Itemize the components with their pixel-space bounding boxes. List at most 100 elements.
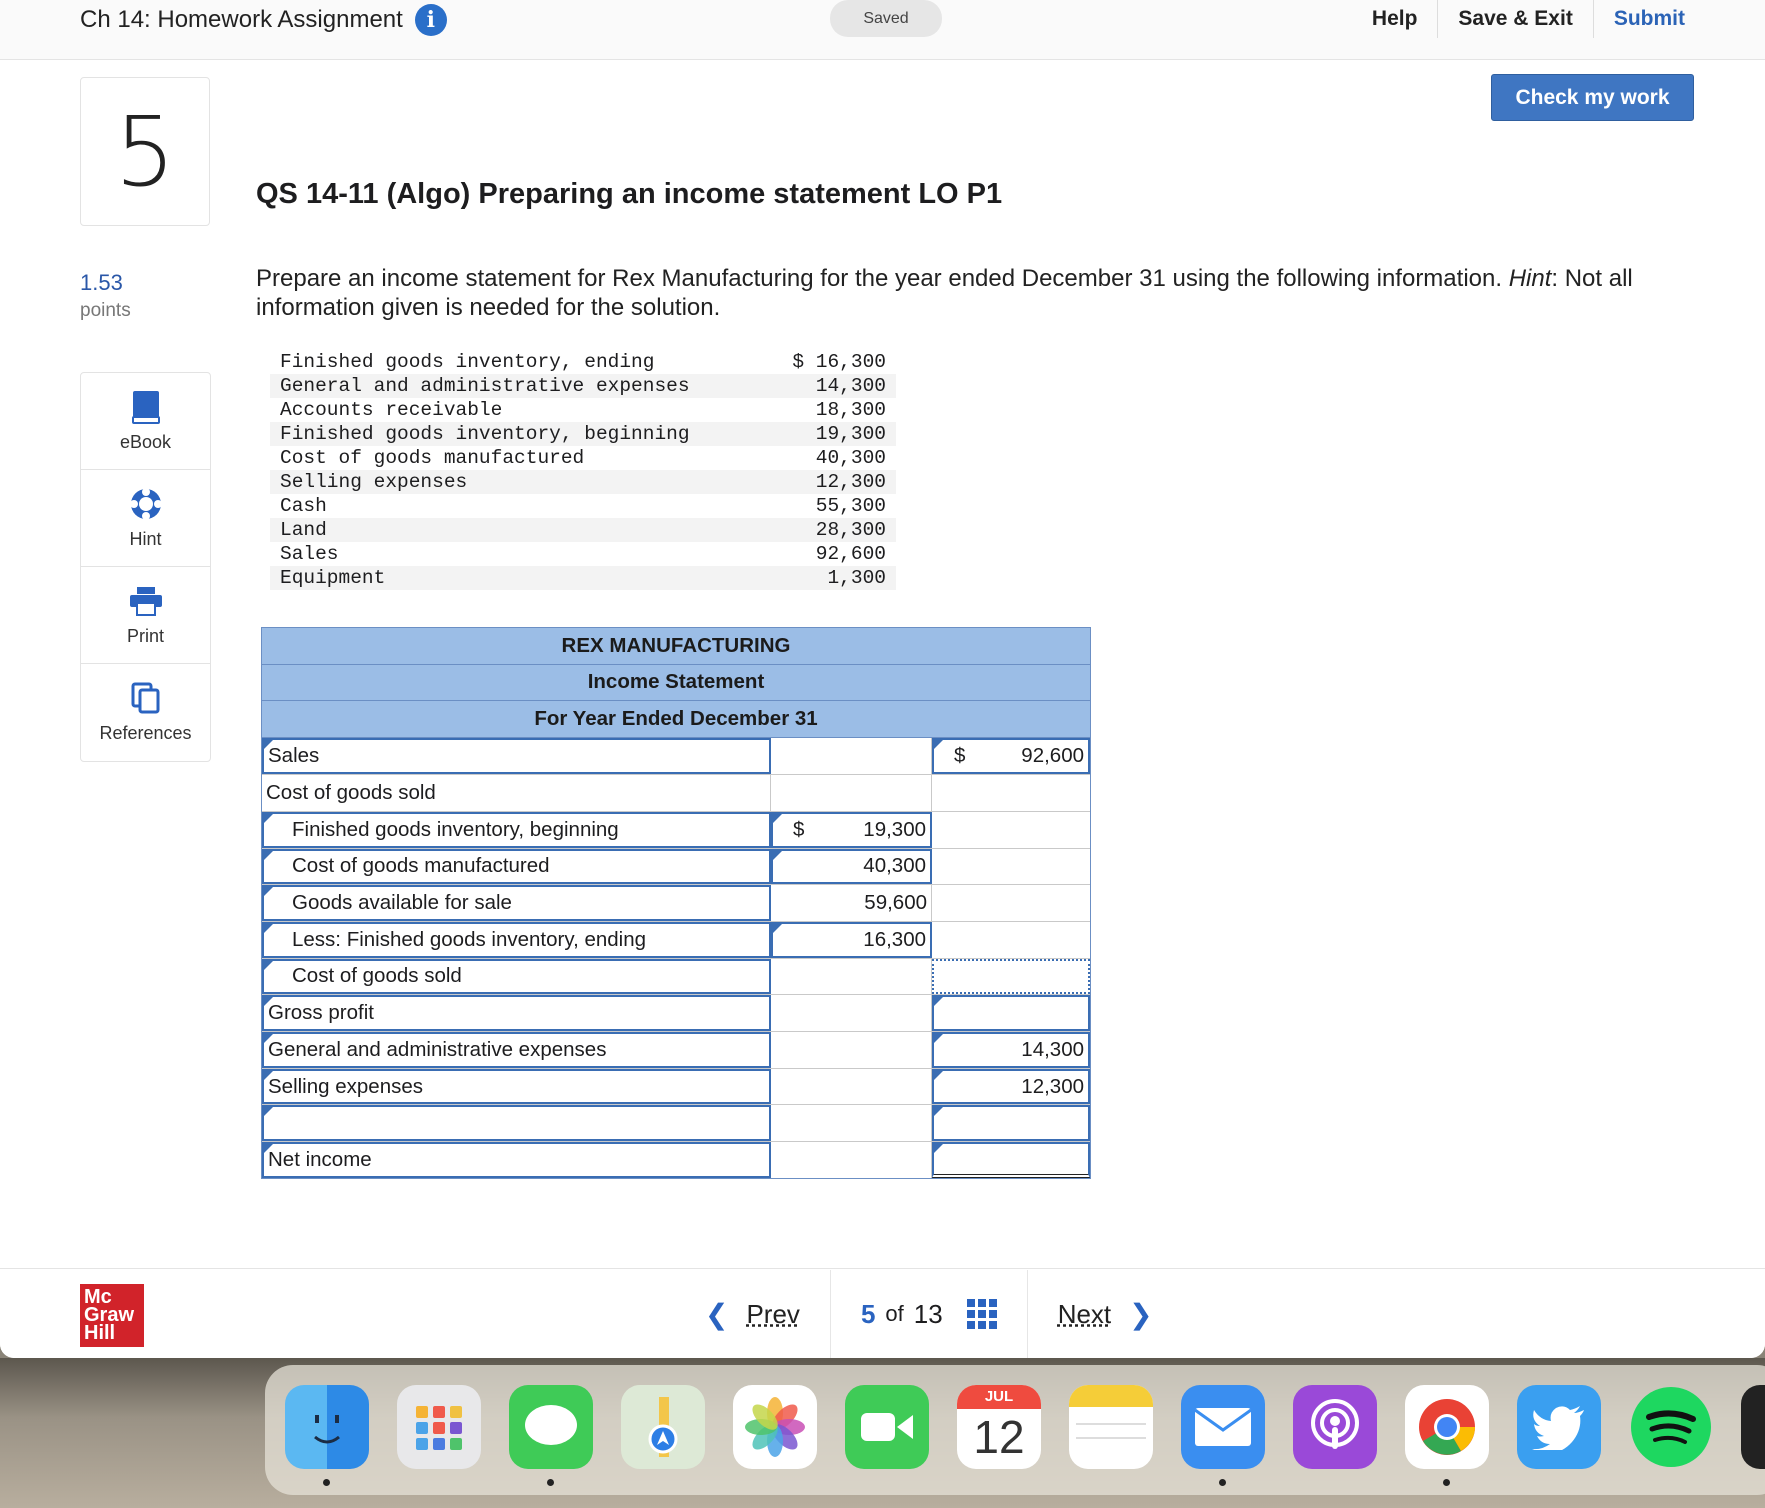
statement-total-input[interactable] — [932, 995, 1090, 1031]
given-data-label: Cost of goods manufactured — [280, 447, 585, 469]
references-label: References — [99, 723, 192, 743]
statement-amount-input[interactable] — [771, 775, 932, 811]
help-link[interactable]: Help — [1352, 0, 1438, 38]
notes-icon[interactable] — [1069, 1385, 1153, 1469]
given-data-value: 55,300 — [815, 495, 886, 517]
spotify-icon[interactable] — [1629, 1385, 1713, 1469]
assignment-title: Ch 14: Homework Assignment i — [80, 2, 447, 38]
next-button[interactable]: Next ❯ — [1026, 1270, 1183, 1358]
total-pages: 13 — [913, 1298, 943, 1329]
amount-value: 16,300 — [863, 927, 926, 951]
statement-total-input[interactable] — [932, 849, 1090, 885]
dollar-sign: $ — [954, 743, 966, 767]
statement-amount-input[interactable]: 59,600 — [771, 885, 932, 921]
statement-label-input[interactable]: Selling expenses — [262, 1068, 771, 1105]
twitter-icon[interactable] — [1517, 1385, 1601, 1469]
statement-total-input[interactable]: $92,600 — [932, 737, 1090, 775]
maps-icon[interactable] — [621, 1385, 705, 1469]
statement-total-input[interactable] — [932, 775, 1090, 811]
statement-label-input[interactable] — [262, 1105, 771, 1142]
mcgraw-hill-logo: Mc Graw Hill — [80, 1284, 144, 1347]
statement-row: Gross profit — [262, 994, 1090, 1031]
statement-label-input[interactable]: Goods available for sale — [262, 885, 771, 921]
calendar-icon[interactable]: JUL 12 — [957, 1385, 1041, 1469]
given-data-value: 28,300 — [756, 518, 896, 542]
points-label: points — [80, 300, 131, 321]
mail-icon[interactable] — [1181, 1385, 1265, 1469]
statement-label-input[interactable]: Less: Finished goods inventory, ending — [262, 921, 771, 958]
total-value: 92,600 — [1021, 743, 1084, 767]
statement-label-input[interactable]: Gross profit — [262, 995, 771, 1031]
chevron-right-icon: ❯ — [1129, 1298, 1153, 1330]
statement-total-input[interactable]: 14,300 — [932, 1032, 1090, 1068]
submit-link[interactable]: Submit — [1592, 0, 1705, 38]
info-icon[interactable]: i — [414, 4, 447, 36]
given-data-label: Finished goods inventory, ending — [280, 351, 655, 373]
statement-amount-input[interactable]: $19,300 — [771, 811, 932, 848]
statement-amount-input[interactable] — [771, 1032, 932, 1068]
dollar-sign: $ — [793, 817, 805, 841]
book-icon — [129, 390, 163, 424]
statement-amount-input[interactable] — [771, 1105, 932, 1142]
launchpad-icon[interactable] — [397, 1385, 481, 1469]
chrome-icon[interactable] — [1405, 1385, 1489, 1469]
ebook-button[interactable]: eBook — [81, 373, 210, 470]
statement-amount-input[interactable] — [771, 958, 932, 995]
statement-total-input[interactable] — [932, 922, 1090, 958]
finder-icon[interactable] — [285, 1385, 369, 1469]
statement-amount-input[interactable] — [771, 995, 932, 1031]
top-links: Help Save & Exit Submit — [1352, 0, 1705, 38]
check-my-work-button[interactable]: Check my work — [1491, 74, 1694, 121]
hint-label: Hint — [129, 528, 162, 549]
total-value: 14,300 — [1021, 1037, 1084, 1061]
statement-amount-input[interactable] — [771, 1142, 932, 1178]
messages-icon[interactable] — [509, 1385, 593, 1469]
statement-label-input[interactable]: Sales — [262, 737, 771, 775]
statement-total-input[interactable] — [932, 885, 1090, 921]
question-number: 5 — [80, 77, 210, 226]
print-button[interactable]: Print — [81, 567, 210, 664]
statement-amount-input[interactable]: 40,300 — [771, 848, 932, 885]
question-title: QS 14-11 (Algo) Preparing an income stat… — [256, 178, 1003, 210]
given-data-label: Accounts receivable — [280, 399, 503, 421]
running-indicator — [1219, 1479, 1226, 1486]
statement-total-input[interactable] — [932, 1142, 1090, 1178]
statement-amount-input[interactable]: 16,300 — [771, 921, 932, 958]
browser-page: Ch 14: Homework Assignment i Saved Help … — [0, 0, 1765, 1358]
prev-label: Prev — [746, 1298, 800, 1329]
statement-label-input[interactable]: Net income — [262, 1142, 771, 1178]
given-data-row: Cash 55,300 — [270, 494, 896, 518]
given-data-label: Equipment — [270, 566, 756, 590]
statement-row: Cost of goods sold — [262, 774, 1090, 811]
given-data-value: 14,300 — [756, 374, 896, 398]
given-data-row: General and administrative expenses 14,30… — [270, 374, 896, 398]
statement-total-input[interactable] — [932, 1105, 1090, 1142]
hint-button[interactable]: Hint — [81, 470, 210, 567]
save-exit-link[interactable]: Save & Exit — [1437, 0, 1592, 38]
statement-row: General and administrative expenses 14,30… — [262, 1031, 1090, 1068]
statement-label-input[interactable]: Finished goods inventory, beginning — [262, 811, 771, 848]
amount-value: 19,300 — [863, 817, 926, 841]
facetime-icon[interactable] — [845, 1385, 929, 1469]
statement-total-input[interactable] — [932, 812, 1090, 848]
statement-total-input[interactable]: 12,300 — [932, 1068, 1090, 1105]
statement-total-input[interactable] — [932, 958, 1090, 995]
question-nav: ❮ Prev 5 of 13 Next ❯ — [675, 1269, 1183, 1358]
page-indicator[interactable]: 5 of 13 — [829, 1270, 1027, 1358]
given-data-value: 92,600 — [815, 543, 886, 565]
assignment-title-text: Ch 14: Homework Assignment — [80, 6, 403, 33]
statement-label-input: Cost of goods sold — [262, 775, 771, 811]
photos-icon[interactable] — [733, 1385, 817, 1469]
statement-row: Net income — [262, 1141, 1090, 1178]
running-indicator — [547, 1479, 554, 1486]
statement-amount-input[interactable] — [771, 737, 932, 775]
references-button[interactable]: References — [81, 664, 210, 761]
statement-label-input[interactable]: General and administrative expenses — [262, 1032, 771, 1068]
podcasts-icon[interactable] — [1293, 1385, 1377, 1469]
statement-label-input[interactable]: Cost of goods sold — [262, 958, 771, 995]
statement-label-input[interactable]: Cost of goods manufactured — [262, 848, 771, 885]
prev-button[interactable]: ❮ Prev — [675, 1270, 830, 1358]
amount-value: 40,300 — [863, 854, 926, 878]
partial-app-icon[interactable] — [1741, 1385, 1765, 1469]
statement-amount-input[interactable] — [771, 1068, 932, 1105]
